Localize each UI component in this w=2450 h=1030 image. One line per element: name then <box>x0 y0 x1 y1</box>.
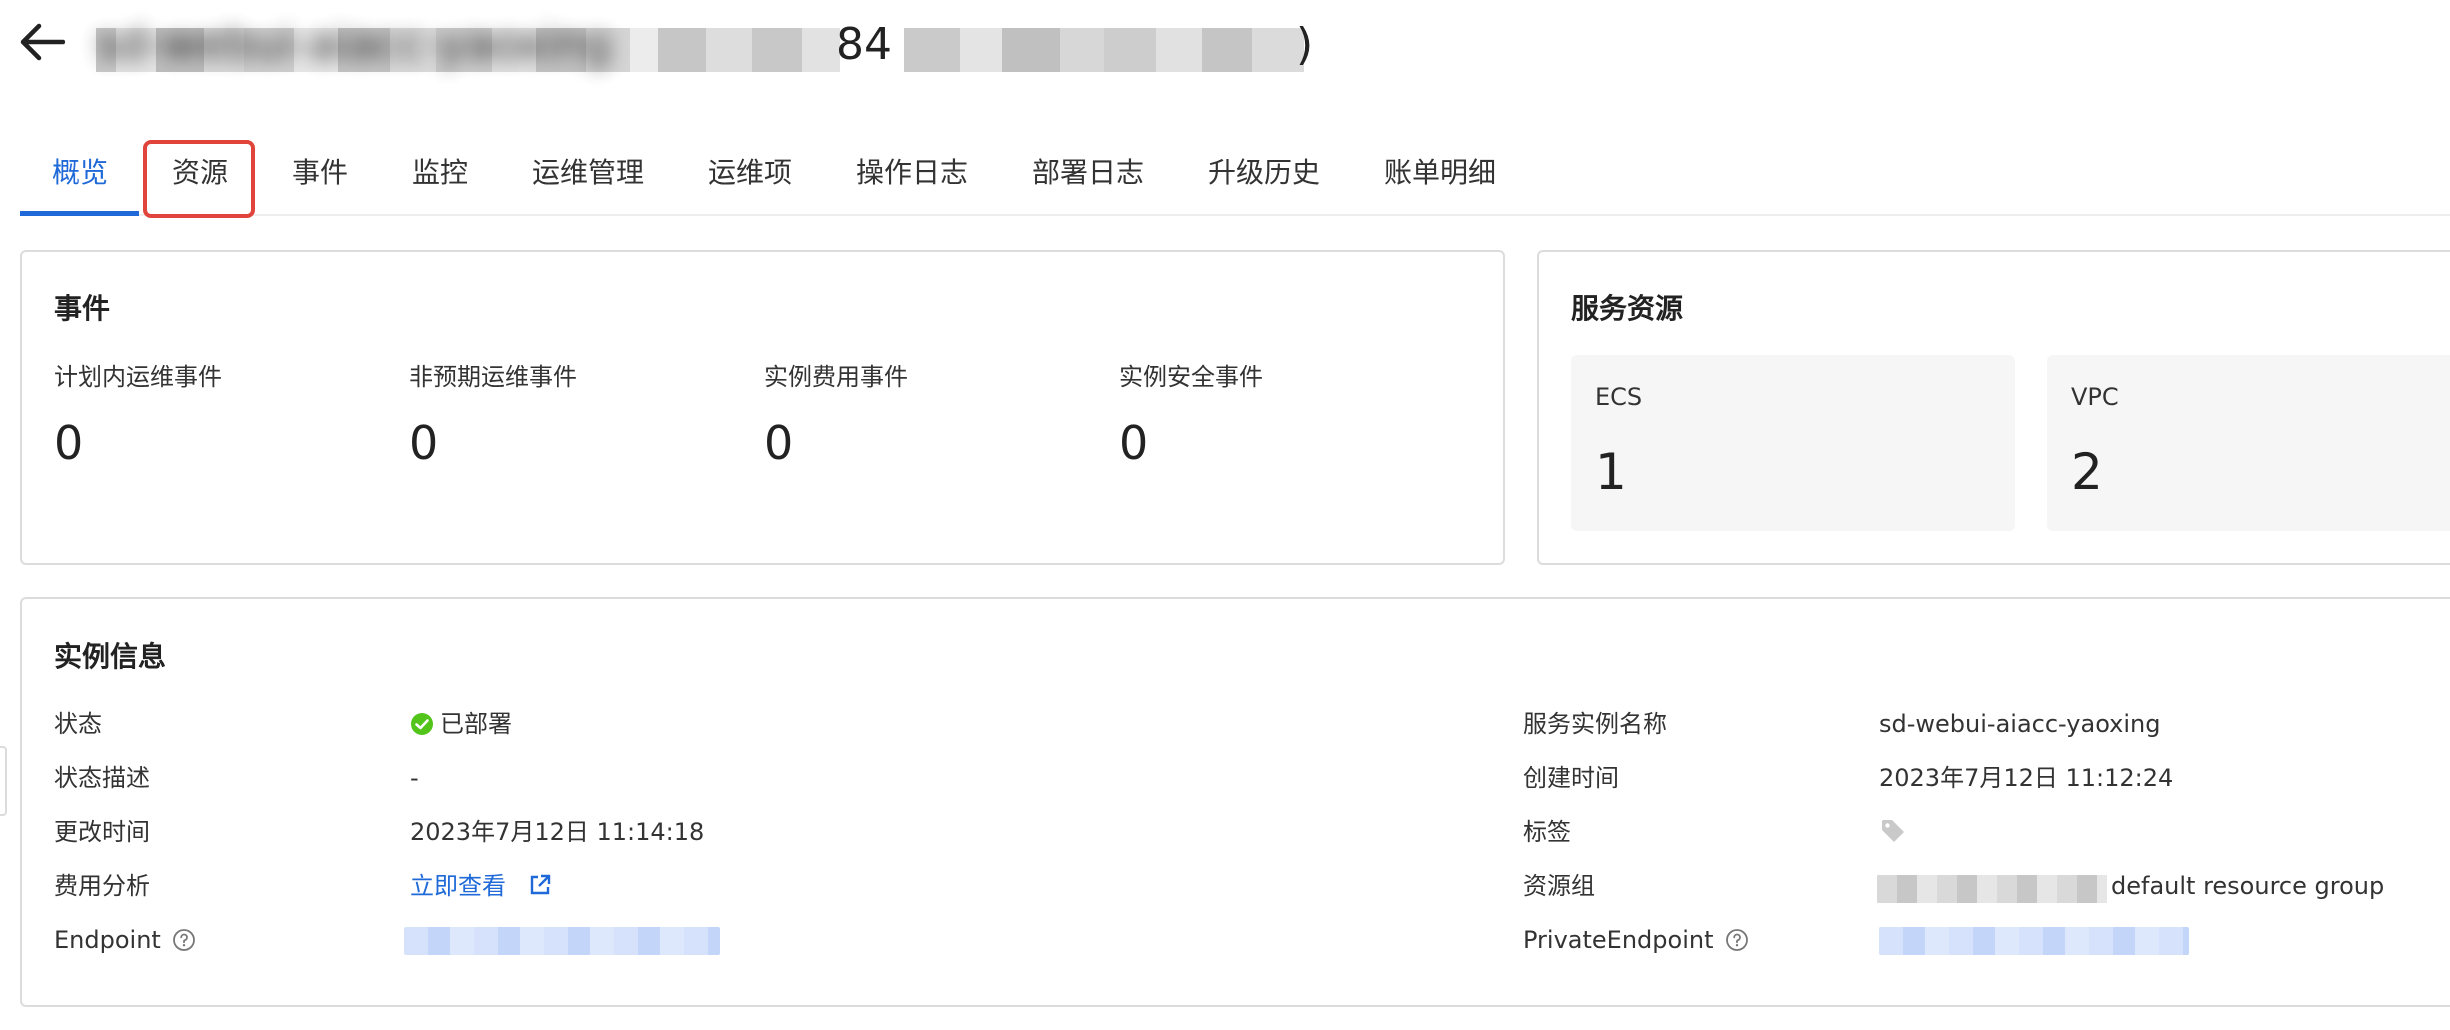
planned-ops-events-value[interactable]: 0 <box>54 415 83 471</box>
tag-icon[interactable] <box>1879 817 1907 845</box>
side-panel-handle[interactable] <box>0 746 7 816</box>
unplanned-ops-events-value[interactable]: 0 <box>409 415 438 471</box>
endpoint-value-redacted[interactable] <box>404 927 720 955</box>
status-description-key: 状态描述 <box>54 764 150 792</box>
modified-time-value: 2023年7月12日 11:14:18 <box>410 818 705 846</box>
resource-group-id-redacted <box>1877 875 2107 903</box>
service-resources-title: 服务资源 <box>1571 292 1684 325</box>
service-instance-name-key: 服务实例名称 <box>1523 710 1667 738</box>
external-link-icon <box>530 874 550 895</box>
private-endpoint-label: PrivateEndpoint <box>1523 926 1714 954</box>
endpoint-label: Endpoint <box>54 926 161 954</box>
security-events-label: 实例安全事件 <box>1119 363 1263 391</box>
events-card <box>20 250 1505 565</box>
title-visible-tail: ) <box>1296 19 1314 70</box>
resource-tile-value: 2 <box>2071 443 2103 501</box>
private-endpoint-key: PrivateEndpoint <box>1523 923 1749 957</box>
question-circle-icon[interactable] <box>1725 928 1749 952</box>
check-circle-icon <box>411 712 433 735</box>
resource-group-value: default resource group <box>2111 872 2385 900</box>
tab-ops-items[interactable]: 运维项 <box>708 142 792 216</box>
question-circle-icon[interactable] <box>172 928 196 952</box>
tab-billing-details[interactable]: 账单明细 <box>1384 142 1496 216</box>
planned-ops-events-label: 计划内运维事件 <box>54 363 222 391</box>
events-card-title: 事件 <box>54 292 111 325</box>
billing-events-label: 实例费用事件 <box>764 363 908 391</box>
active-tab-indicator <box>20 211 139 216</box>
tab-upgrade-history[interactable]: 升级历史 <box>1208 142 1320 216</box>
created-time-value: 2023年7月12日 11:12:24 <box>1879 764 2174 792</box>
resource-tile-vpc[interactable]: VPC 2 <box>2047 355 2450 531</box>
resource-group-key: 资源组 <box>1523 872 1595 900</box>
tab-deploy-logs[interactable]: 部署日志 <box>1032 142 1144 216</box>
back-button[interactable] <box>14 14 70 70</box>
billing-events-value[interactable]: 0 <box>764 415 793 471</box>
private-endpoint-value-redacted[interactable] <box>1879 927 2189 955</box>
tags-value[interactable] <box>1879 815 1907 849</box>
resource-tile-label: VPC <box>2071 383 2119 411</box>
tab-bar: 概览 资源 事件 监控 运维管理 运维项 操作日志 部署日志 升级历史 账单明细 <box>0 142 2450 216</box>
view-now-link[interactable]: 立即查看 <box>410 869 552 903</box>
tab-events[interactable]: 事件 <box>292 142 348 216</box>
unplanned-ops-events-label: 非预期运维事件 <box>409 363 577 391</box>
status-value: 已部署 <box>410 707 512 741</box>
tags-key: 标签 <box>1523 818 1571 846</box>
cost-analysis-key: 费用分析 <box>54 872 150 900</box>
view-now-label: 立即查看 <box>410 872 506 900</box>
modified-time-key: 更改时间 <box>54 818 150 846</box>
page-title: sd-webui-aiacc-yaoxing 84 ) <box>96 12 1316 78</box>
tab-monitoring[interactable]: 监控 <box>412 142 468 216</box>
tab-divider <box>20 214 2450 216</box>
status-description-value: - <box>410 764 419 792</box>
security-events-value[interactable]: 0 <box>1119 415 1148 471</box>
status-key: 状态 <box>54 710 102 738</box>
resource-tile-label: ECS <box>1595 383 1643 411</box>
service-instance-name-value: sd-webui-aiacc-yaoxing <box>1879 710 2161 738</box>
resources-tab-highlight <box>143 140 255 218</box>
instance-info-title: 实例信息 <box>54 640 167 673</box>
arrow-left-icon <box>20 23 65 61</box>
tab-overview[interactable]: 概览 <box>52 142 108 216</box>
title-visible-fragment: 84 <box>836 19 892 70</box>
endpoint-key: Endpoint <box>54 923 196 957</box>
tab-operation-logs[interactable]: 操作日志 <box>856 142 968 216</box>
created-time-key: 创建时间 <box>1523 764 1619 792</box>
resource-tile-ecs[interactable]: ECS 1 <box>1571 355 2015 531</box>
tab-ops-management[interactable]: 运维管理 <box>532 142 644 216</box>
resource-tile-value: 1 <box>1595 443 1627 501</box>
status-text: 已部署 <box>440 710 512 738</box>
